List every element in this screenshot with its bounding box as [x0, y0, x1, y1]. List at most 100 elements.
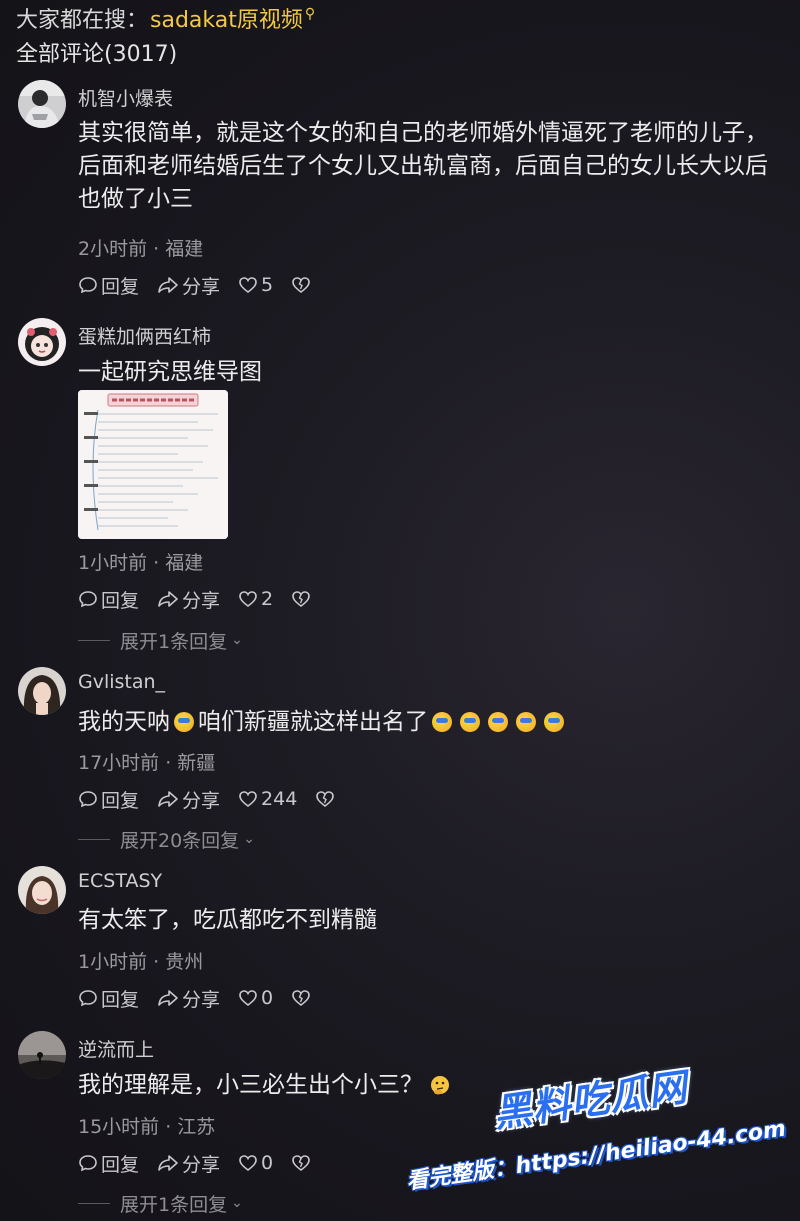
reply-button[interactable]: 回复: [78, 272, 139, 299]
share-button[interactable]: 分享: [157, 272, 220, 299]
heart-icon: [239, 791, 257, 808]
dislike-button[interactable]: [291, 589, 314, 609]
comment-actions: 回复 分享 2: [78, 584, 332, 614]
comment-text: 我的天呐 咱们新疆就这样出名了: [78, 706, 788, 739]
share-arrow-icon: [158, 591, 178, 607]
avatar[interactable]: [18, 80, 66, 128]
share-button[interactable]: 分享: [157, 586, 220, 613]
comment-text-part: 我的天呐: [78, 709, 170, 735]
reply-label: 回复: [101, 1153, 140, 1176]
reply-label: 回复: [101, 589, 140, 612]
comment-count-title: 全部评论(3017): [16, 42, 178, 67]
like-count: 5: [261, 274, 274, 296]
laugh-cry-emoji: [432, 712, 452, 732]
dislike-button[interactable]: [291, 1153, 314, 1173]
laugh-cry-emoji: [174, 712, 194, 732]
share-label: 分享: [182, 275, 221, 298]
like-count: 244: [261, 788, 298, 810]
comment-username[interactable]: 逆流而上: [78, 1035, 154, 1062]
dislike-button[interactable]: [291, 275, 314, 295]
avatar[interactable]: [18, 318, 66, 366]
watermark-url: 看完整版：https://heiliao-44.com: [404, 1116, 788, 1195]
like-button[interactable]: 0: [238, 1152, 273, 1174]
share-arrow-icon: [158, 990, 178, 1006]
search-prefix: 大家都在搜：: [16, 8, 149, 33]
expand-replies-label: 展开20条回复: [120, 829, 240, 852]
broken-heart-icon: [316, 791, 335, 808]
divider-line: [78, 838, 110, 840]
comment-actions: 回复 分享 0: [78, 983, 332, 1013]
reply-button[interactable]: 回复: [78, 1150, 139, 1177]
expand-replies-button[interactable]: 展开1条回复 ⌄: [78, 1190, 243, 1216]
share-arrow-icon: [158, 791, 178, 807]
reply-button[interactable]: 回复: [78, 786, 139, 813]
comment-meta: 2小时前 · 福建: [78, 238, 204, 260]
comment-meta: 1小时前 · 福建: [78, 552, 204, 574]
like-count: 0: [261, 987, 274, 1009]
laugh-cry-emoji: [516, 712, 536, 732]
like-count: 0: [261, 1152, 274, 1174]
like-button[interactable]: 5: [238, 274, 273, 296]
comment-username[interactable]: 蛋糕加俩西红柿: [78, 322, 211, 349]
reply-button[interactable]: 回复: [78, 586, 139, 613]
dislike-button[interactable]: [291, 988, 314, 1008]
share-label: 分享: [182, 789, 221, 812]
chat-bubble-icon: [79, 591, 97, 608]
dislike-button[interactable]: [315, 789, 338, 809]
chat-bubble-icon: [79, 1155, 97, 1172]
comment-username[interactable]: Gvlistan_: [78, 671, 165, 693]
chevron-down-icon: ⌄: [243, 831, 255, 847]
comment-image-mindmap[interactable]: [78, 390, 228, 539]
comment-text-part: 咱们新疆就这样出名了: [198, 709, 428, 735]
search-icon: ⚲: [304, 6, 316, 22]
chat-bubble-icon: [79, 277, 97, 294]
comment-text-part: 我的理解是，小三必生出个小三？: [78, 1072, 423, 1098]
thinking-emoji: [431, 1076, 449, 1095]
search-keyword-link[interactable]: sadakat原视频: [150, 2, 303, 34]
expand-replies-label: 展开1条回复: [120, 630, 228, 653]
share-button[interactable]: 分享: [157, 786, 220, 813]
like-button[interactable]: 2: [238, 588, 273, 610]
laugh-cry-emoji: [460, 712, 480, 732]
broken-heart-icon: [292, 1155, 310, 1172]
laugh-cry-emoji: [488, 712, 508, 732]
chevron-down-icon: ⌄: [231, 1195, 243, 1211]
comment-meta: 17小时前 · 新疆: [78, 752, 216, 774]
share-label: 分享: [182, 1153, 221, 1176]
like-count: 2: [261, 588, 274, 610]
share-button[interactable]: 分享: [157, 985, 220, 1012]
search-suggestion[interactable]: 大家都在搜： sadakat原视频 ⚲: [16, 2, 315, 34]
avatar[interactable]: [18, 667, 66, 715]
share-label: 分享: [182, 589, 221, 612]
like-button[interactable]: 244: [238, 788, 297, 810]
chat-bubble-icon: [79, 990, 97, 1007]
broken-heart-icon: [292, 591, 310, 608]
comment-actions: 回复 分享 5: [78, 270, 332, 300]
chat-bubble-icon: [79, 791, 97, 808]
share-arrow-icon: [158, 1155, 178, 1171]
watermark: 黑料吃瓜网 看完整版：https://heiliao-44.com: [394, 1033, 800, 1221]
comment-username[interactable]: 机智小爆表: [78, 84, 173, 111]
reply-label: 回复: [101, 988, 140, 1011]
comment-meta: 1小时前 · 贵州: [78, 951, 204, 973]
comment-text: 一起研究思维导图: [78, 359, 262, 385]
broken-heart-icon: [292, 277, 310, 294]
reply-button[interactable]: 回复: [78, 985, 139, 1012]
reply-label: 回复: [101, 789, 140, 812]
comment-meta: 15小时前 · 江苏: [78, 1116, 216, 1138]
divider-line: [78, 639, 110, 641]
avatar[interactable]: [18, 866, 66, 914]
avatar[interactable]: [18, 1031, 66, 1079]
like-button[interactable]: 0: [238, 987, 273, 1009]
comment-text: 其实很简单，就是这个女的和自己的老师婚外情逼死了老师的儿子，后面和老师结婚后生了…: [78, 120, 768, 212]
expand-replies-button[interactable]: 展开20条回复 ⌄: [78, 826, 255, 852]
reply-label: 回复: [101, 275, 140, 298]
laugh-cry-emoji: [544, 712, 564, 732]
comment-username[interactable]: ECSTASY: [78, 870, 162, 892]
expand-replies-label: 展开1条回复: [120, 1193, 228, 1216]
share-button[interactable]: 分享: [157, 1150, 220, 1177]
heart-icon: [239, 1155, 257, 1172]
heart-icon: [239, 990, 257, 1007]
comment-text: 我的理解是，小三必生出个小三？: [78, 1069, 788, 1102]
expand-replies-button[interactable]: 展开1条回复 ⌄: [78, 627, 243, 653]
